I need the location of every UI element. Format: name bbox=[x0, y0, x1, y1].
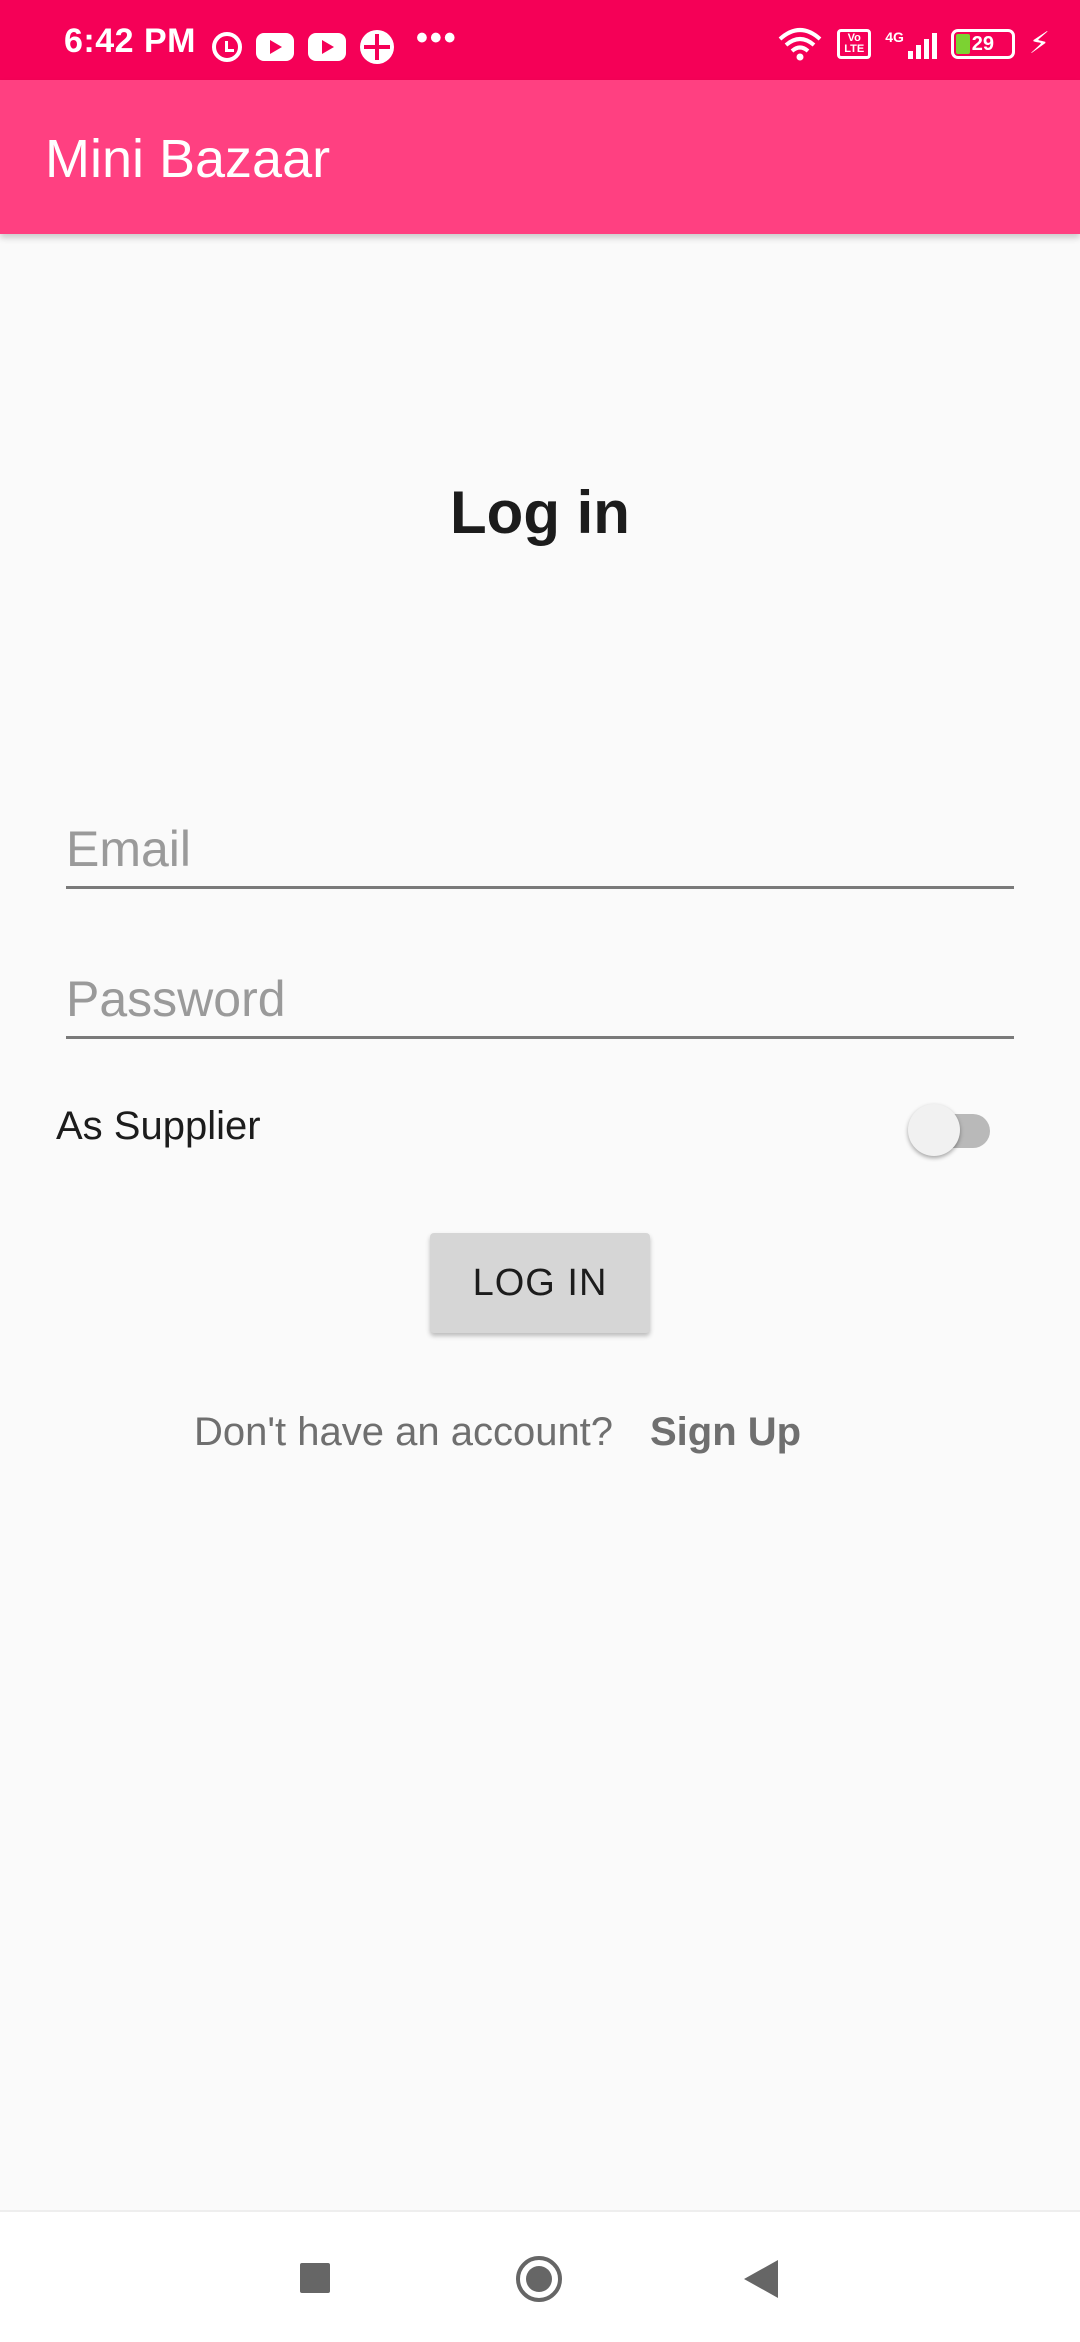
status-icons-left: ••• bbox=[212, 19, 458, 64]
status-time: 6:42 PM bbox=[64, 22, 196, 60]
flower-app-icon bbox=[360, 30, 394, 64]
login-button[interactable]: LOG IN bbox=[430, 1233, 650, 1333]
page-title: Log in bbox=[450, 479, 630, 546]
email-field[interactable] bbox=[66, 812, 1014, 889]
wifi-icon bbox=[777, 27, 823, 61]
battery-icon: 29 bbox=[950, 28, 1015, 59]
recents-square-icon[interactable] bbox=[300, 2263, 330, 2293]
navigation-bar bbox=[0, 2210, 1080, 2342]
network-type-label: 4G bbox=[885, 28, 904, 45]
app-title: Mini Bazaar bbox=[45, 129, 331, 189]
app-bar: Mini Bazaar bbox=[0, 80, 1080, 234]
more-dots-icon: ••• bbox=[416, 18, 458, 57]
signup-link[interactable]: Sign Up bbox=[650, 1410, 801, 1455]
password-field[interactable] bbox=[66, 962, 1014, 1039]
back-triangle-icon[interactable] bbox=[744, 2260, 778, 2298]
home-circle-icon[interactable] bbox=[516, 2256, 562, 2302]
volte-icon: Vo LTE bbox=[837, 28, 872, 59]
alarm-icon bbox=[212, 32, 242, 62]
youtube-icon bbox=[308, 33, 346, 61]
status-bar: 6:42 PM ••• Vo LTE 4G 29 ⚡ bbox=[0, 0, 1080, 80]
supplier-toggle-label: As Supplier bbox=[56, 1104, 261, 1148]
signal-4g-icon: 4G bbox=[885, 29, 937, 59]
charging-icon: ⚡ bbox=[1028, 27, 1050, 60]
status-icons-right: Vo LTE 4G 29 ⚡ bbox=[777, 26, 1050, 61]
toggle-thumb bbox=[908, 1104, 960, 1156]
youtube-icon bbox=[256, 33, 294, 61]
signup-prompt: Don't have an account? bbox=[194, 1410, 614, 1454]
battery-level: 29 bbox=[971, 32, 995, 55]
supplier-toggle[interactable] bbox=[906, 1100, 998, 1156]
